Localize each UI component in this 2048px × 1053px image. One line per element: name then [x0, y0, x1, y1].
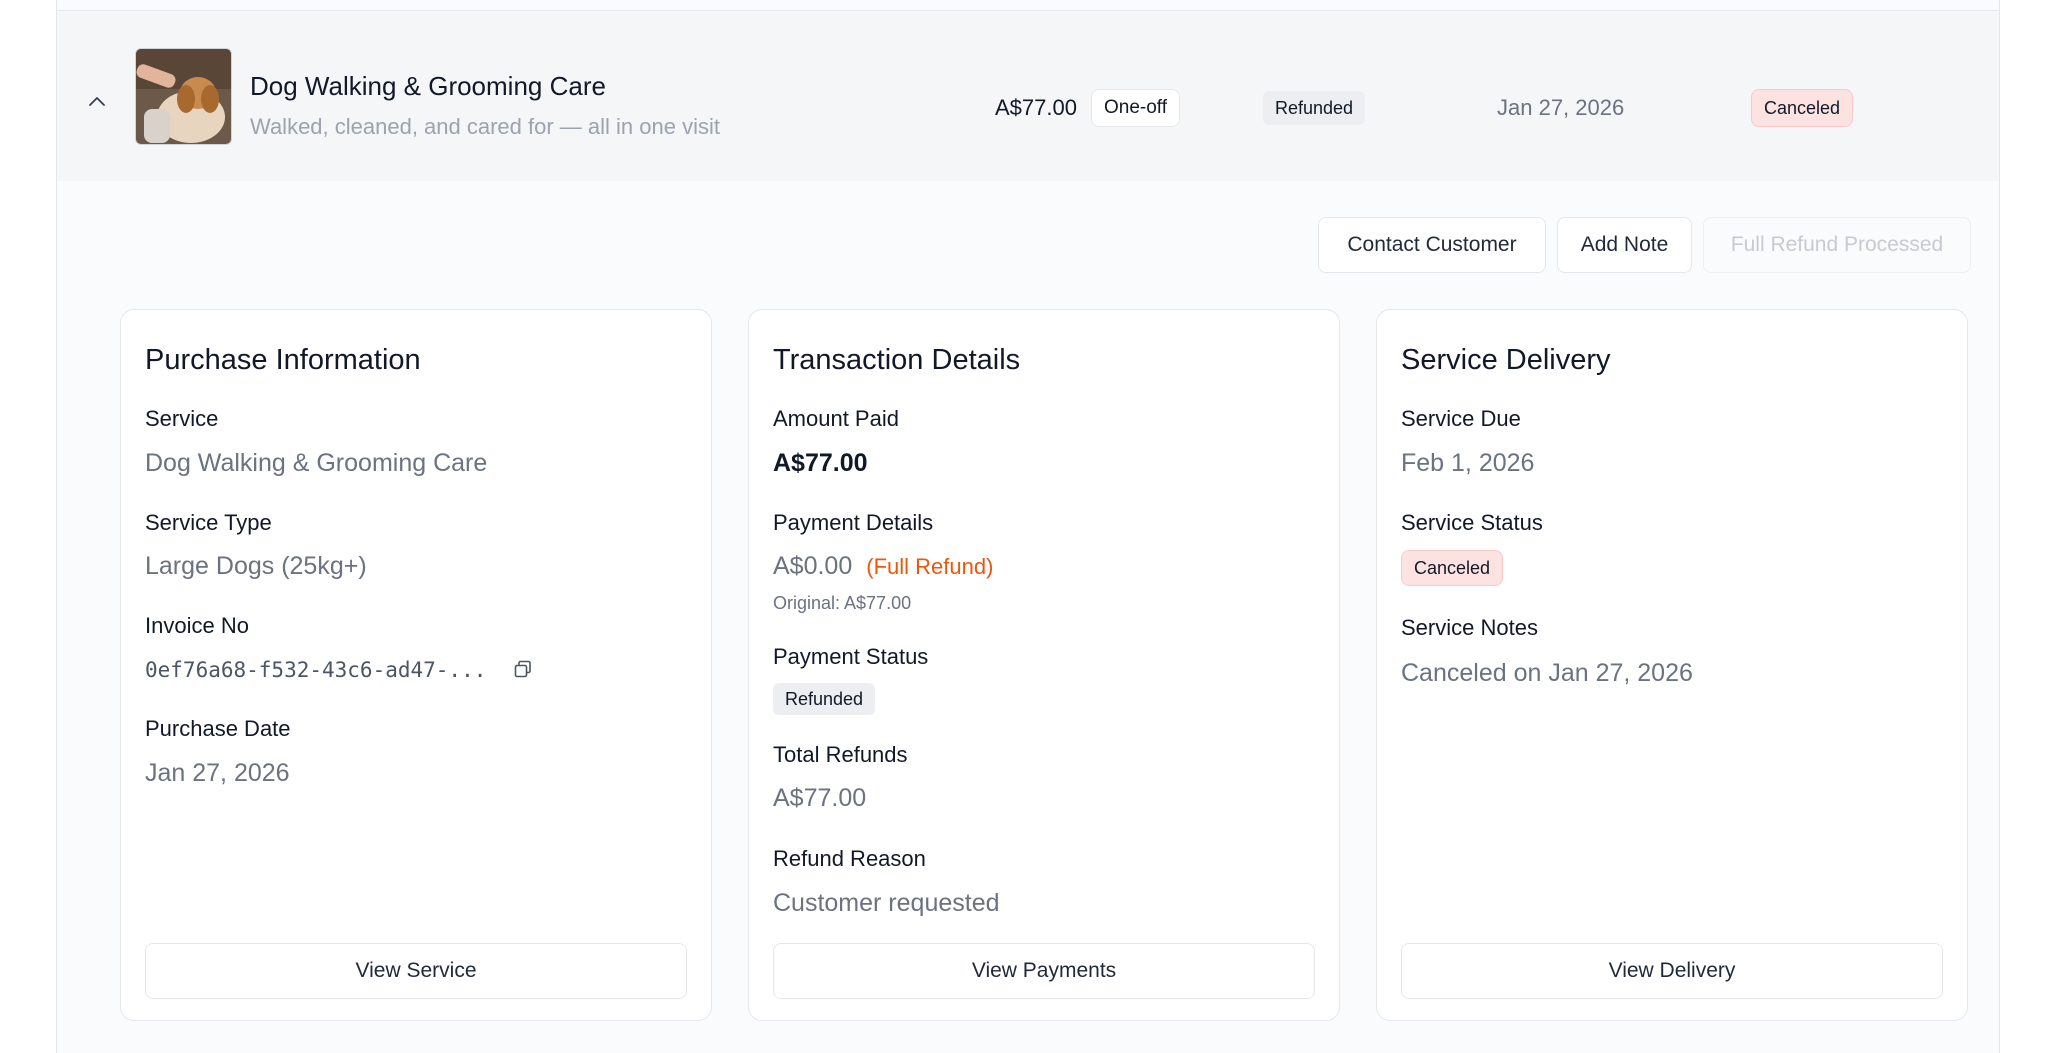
original-amount: Original: A$77.00 — [773, 593, 912, 613]
chevron-up-icon[interactable] — [87, 91, 107, 111]
service-status-badge: Canceled — [1751, 89, 1854, 127]
service-type-label: Service Type — [145, 510, 272, 535]
service-due-value: Feb 1, 2026 — [1401, 449, 1535, 477]
service-status-label: Service Status — [1401, 510, 1543, 535]
order-row[interactable]: Dog Walking & Grooming Care Walked, clea… — [57, 11, 1999, 181]
order-panel: Dog Walking & Grooming Care Walked, clea… — [56, 0, 2000, 1053]
service-delivery-card: Service Delivery Service Due Feb 1, 2026… — [1376, 309, 1968, 1021]
invoice-label: Invoice No — [145, 613, 249, 638]
card-title: Transaction Details — [773, 344, 1021, 376]
card-title: Service Delivery — [1401, 344, 1611, 376]
view-delivery-button[interactable]: View Delivery — [1401, 943, 1943, 999]
service-title: Dog Walking & Grooming Care — [250, 71, 606, 101]
service-notes-value: Canceled on Jan 27, 2026 — [1401, 659, 1693, 687]
refund-reason-value: Customer requested — [773, 889, 1000, 917]
total-refunds-label: Total Refunds — [773, 742, 908, 767]
refund-reason-label: Refund Reason — [773, 846, 926, 871]
service-subtitle: Walked, cleaned, and cared for — all in … — [250, 114, 720, 139]
total-refunds-value: A$77.00 — [773, 784, 867, 812]
payment-status-badge: Refunded — [773, 683, 876, 715]
service-thumbnail — [135, 48, 232, 145]
purchase-information-card: Purchase Information Service Dog Walking… — [120, 309, 712, 1021]
order-date: Jan 27, 2026 — [1497, 95, 1625, 120]
payment-details-value: A$0.00 — [773, 552, 853, 580]
payment-details-label: Payment Details — [773, 510, 934, 535]
service-notes-label: Service Notes — [1401, 615, 1538, 640]
transaction-details-card: Transaction Details Amount Paid A$77.00 … — [748, 309, 1340, 1021]
payment-status-label: Payment Status — [773, 644, 929, 669]
add-note-button[interactable]: Add Note — [1557, 217, 1692, 273]
service-value: Dog Walking & Grooming Care — [145, 449, 488, 477]
service-status-badge: Canceled — [1401, 550, 1504, 586]
view-service-button[interactable]: View Service — [145, 943, 687, 999]
invoice-value: 0ef76a68-f532-43c6-ad47-... — [145, 658, 487, 682]
amount-paid-value: A$77.00 — [773, 449, 868, 477]
service-due-label: Service Due — [1401, 406, 1521, 431]
view-payments-button[interactable]: View Payments — [773, 943, 1315, 999]
copy-icon[interactable] — [514, 660, 532, 678]
payment-details-row: A$0.00 (Full Refund) — [773, 552, 993, 581]
service-label: Service — [145, 406, 219, 431]
amount-paid-label: Amount Paid — [773, 406, 899, 431]
order-price: A$77.00 — [995, 95, 1077, 120]
purchase-date-label: Purchase Date — [145, 716, 291, 741]
contact-customer-button[interactable]: Contact Customer — [1318, 217, 1546, 273]
billing-type-badge: One-off — [1091, 89, 1181, 127]
full-refund-note: (Full Refund) — [866, 554, 994, 579]
full-refund-processed-button: Full Refund Processed — [1703, 217, 1971, 273]
purchase-date-value: Jan 27, 2026 — [145, 759, 290, 787]
service-type-value: Large Dogs (25kg+) — [145, 552, 367, 580]
payment-status-badge: Refunded — [1263, 91, 1366, 125]
card-title: Purchase Information — [145, 344, 421, 376]
